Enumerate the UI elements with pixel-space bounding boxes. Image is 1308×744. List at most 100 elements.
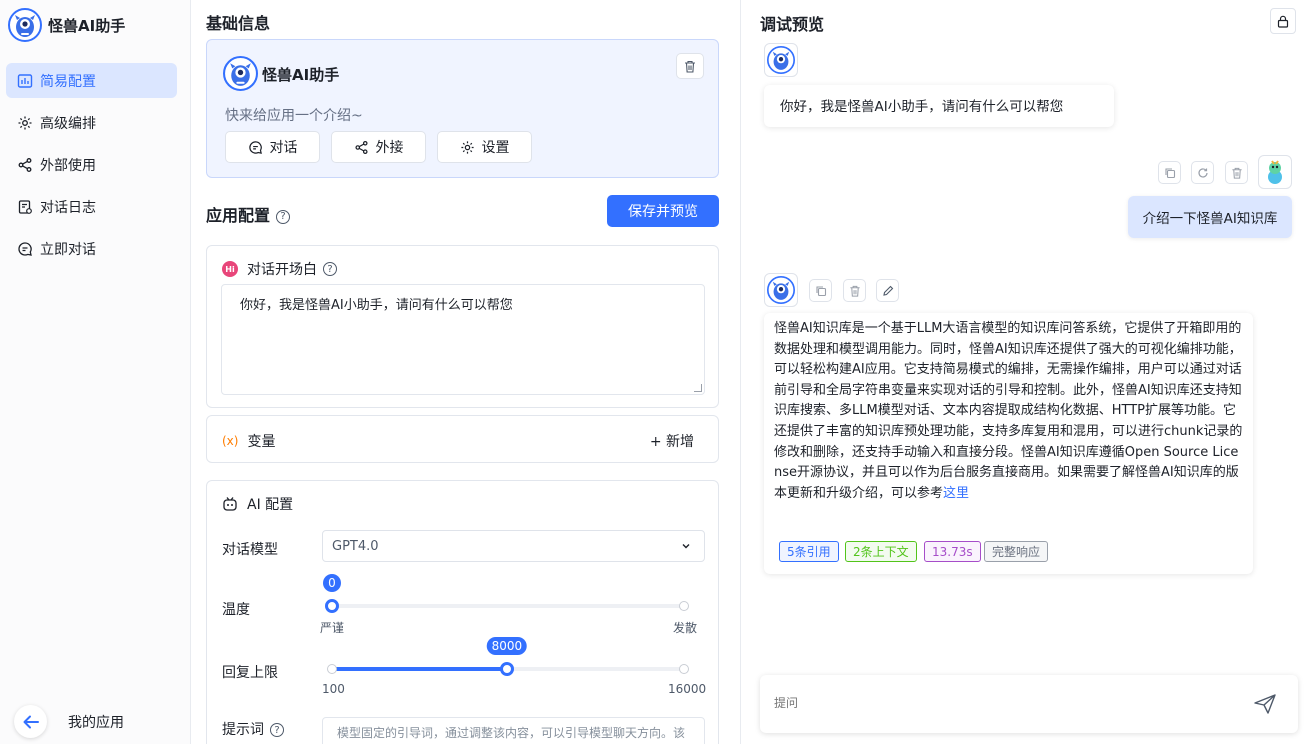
regenerate-button[interactable]: [1191, 161, 1214, 184]
help-icon[interactable]: ?: [270, 723, 284, 737]
arrow-left-icon: [23, 715, 39, 728]
slider-fill: [332, 667, 507, 671]
user-figure-icon: [1268, 160, 1282, 184]
trash-icon: [849, 285, 860, 297]
context-count-tag[interactable]: 2条上下文: [845, 541, 917, 562]
answer-text: 怪兽AI知识库是一个基于LLM大语言模型的知识库问答系统，它提供了开箱即用的数据…: [774, 319, 1244, 504]
preview-title: 调试预览: [760, 15, 825, 34]
model-select[interactable]: GPT4.0: [322, 530, 705, 562]
temperature-value-bubble: 0: [323, 574, 341, 592]
sidebar-item-label: 立即对话: [40, 241, 96, 258]
sidebar-item-simple-config[interactable]: 简易配置: [6, 63, 177, 98]
settings-button-label: 设置: [481, 140, 510, 156]
dashboard-icon: [17, 73, 33, 88]
lock-button[interactable]: [1270, 8, 1296, 34]
chat-button[interactable]: 对话: [225, 131, 320, 163]
share-button-label: 外接: [375, 140, 404, 156]
greeting-text: 你好，我是怪兽AI小助手，请问有什么可以帮您: [780, 99, 1064, 115]
chat-icon: [18, 241, 32, 256]
opener-textarea[interactable]: 你好，我是怪兽AI小助手，请问有什么可以帮您: [221, 284, 705, 395]
max-tokens-max-label: 16000: [668, 682, 707, 696]
edit-answer-button[interactable]: [876, 279, 899, 302]
full-response-tag[interactable]: 完整响应: [984, 541, 1049, 562]
variables-section: (x) 变量 + 新增: [206, 415, 719, 463]
resize-handle-icon[interactable]: [694, 384, 702, 392]
app-intro[interactable]: 快来给应用一个介绍~: [225, 105, 363, 125]
chat-button-label: 对话: [269, 140, 298, 156]
answer-bubble: 怪兽AI知识库是一个基于LLM大语言模型的知识库问答系统，它提供了开箱即用的数据…: [764, 313, 1253, 574]
prompt-label: 提示词: [222, 722, 264, 738]
brand[interactable]: 怪兽AI助手: [8, 8, 125, 42]
answer-link[interactable]: 这里: [943, 486, 969, 501]
sidebar: 怪兽AI助手 简易配置 高级编排 外部使用 对话日志 立即对话 我的应用: [0, 0, 191, 744]
help-icon[interactable]: ?: [276, 209, 291, 224]
sidebar-item-logs[interactable]: 对话日志: [6, 189, 177, 224]
variables-title: 变量: [247, 434, 276, 450]
copy-button[interactable]: [1158, 161, 1181, 184]
sidebar-item-chat-now[interactable]: 立即对话: [6, 231, 177, 266]
help-icon[interactable]: ?: [323, 262, 337, 276]
user-question-text: 介绍一下怪兽AI知识库: [1142, 211, 1278, 227]
sidebar-nav: 简易配置 高级编排 外部使用 对话日志 立即对话: [6, 63, 177, 273]
settings-button[interactable]: 设置: [437, 131, 532, 163]
slider-min-dot: [327, 664, 337, 674]
model-value: GPT4.0: [332, 538, 379, 554]
max-tokens-slider[interactable]: 8000: [327, 637, 689, 676]
back-to-my-apps[interactable]: 我的应用: [14, 705, 124, 738]
debug-preview-panel: 调试预览 你好，我是怪兽AI小助手，请问有什么可以帮您 介绍一下怪兽AI知识库: [742, 0, 1308, 744]
prompt-textarea[interactable]: 模型固定的引导词，通过调整该内容，可以引导模型聊天方向。该内容会被固定在上下文的…: [322, 717, 705, 744]
back-button[interactable]: [14, 705, 47, 738]
user-question-bubble: 介绍一下怪兽AI知识库: [1128, 196, 1292, 238]
chat-icon: [248, 140, 262, 154]
temperature-slider-thumb[interactable]: [325, 599, 339, 613]
question-input-bar: [760, 675, 1298, 733]
sidebar-item-label: 外部使用: [40, 157, 96, 174]
opener-title: 对话开场白: [247, 262, 317, 278]
variables-header: (x) 变量: [222, 431, 275, 451]
monster-logo-icon[interactable]: [223, 56, 258, 91]
sidebar-item-label: 对话日志: [40, 199, 96, 216]
opener-text: 你好，我是怪兽AI小助手，请问有什么可以帮您: [240, 298, 513, 313]
temperature-label: 温度: [222, 602, 250, 618]
send-icon[interactable]: [1254, 694, 1276, 714]
log-icon: [18, 199, 32, 214]
ai-avatar: [764, 273, 798, 307]
app-info-card: 怪兽AI助手 快来给应用一个介绍~ 对话 外接 设置: [206, 39, 719, 178]
temperature-min-label: 严谨: [320, 621, 345, 635]
ai-config-title: AI 配置: [247, 497, 294, 513]
gear-icon: [18, 116, 32, 129]
delete-app-button[interactable]: [676, 53, 704, 79]
edit-icon: [882, 285, 893, 296]
max-tokens-slider-thumb[interactable]: [499, 662, 514, 676]
delete-message-button[interactable]: [1225, 161, 1248, 184]
add-variable-button[interactable]: + 新增: [650, 431, 694, 451]
delete-answer-button[interactable]: [843, 279, 866, 302]
quote-count-tag[interactable]: 5条引用: [779, 541, 839, 562]
user-avatar: [1258, 155, 1292, 189]
slider-max-dot: [679, 664, 689, 674]
copy-answer-button[interactable]: [809, 279, 832, 302]
model-label: 对话模型: [222, 542, 278, 558]
share-icon: [354, 140, 368, 154]
max-tokens-label: 回复上限: [222, 665, 278, 681]
robot-icon: [223, 497, 237, 511]
variable-icon: (x): [222, 434, 239, 448]
sidebar-item-external[interactable]: 外部使用: [6, 147, 177, 182]
app-name: 怪兽AI助手: [262, 66, 340, 84]
question-input[interactable]: [774, 696, 1214, 710]
monster-logo-icon: [767, 276, 795, 304]
config-panel: 基础信息 怪兽AI助手 快来给应用一个介绍~ 对话 外接 设置 应用配置 ? 保…: [192, 0, 741, 744]
monster-logo-icon: [767, 46, 795, 74]
ai-avatar: [764, 43, 798, 77]
sidebar-item-advanced[interactable]: 高级编排: [6, 105, 177, 140]
chevron-down-icon: [682, 544, 690, 549]
ai-config-section: AI 配置 对话模型 GPT4.0 温度 0 严谨 发散 回复上限 8000 1…: [206, 480, 719, 744]
hi-icon: Hi: [222, 261, 238, 277]
save-and-preview-button[interactable]: 保存并预览: [607, 195, 719, 227]
max-tokens-min-label: 100: [322, 682, 345, 696]
monster-logo-icon: [8, 8, 42, 42]
share-button[interactable]: 外接: [331, 131, 426, 163]
temperature-slider[interactable]: 0: [323, 574, 689, 613]
temperature-max-label: 发散: [673, 621, 698, 635]
trash-icon: [685, 60, 695, 73]
